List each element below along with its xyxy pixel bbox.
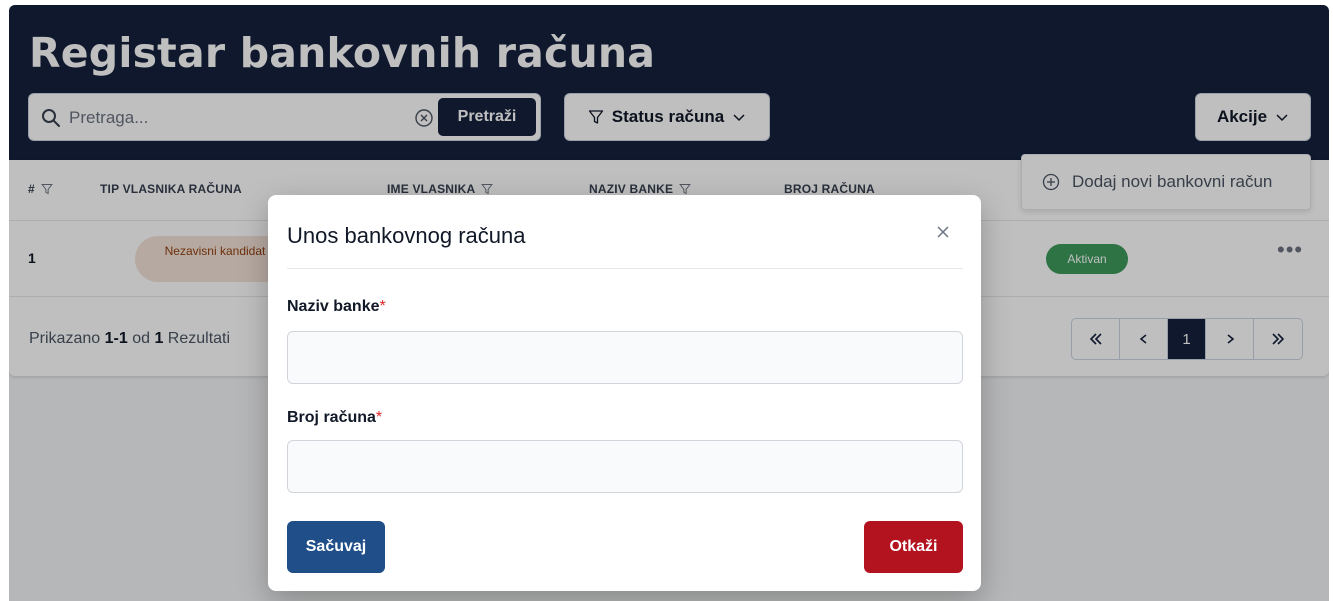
bank-name-label: Naziv banke* [287,298,386,315]
close-icon[interactable] [930,219,956,245]
cancel-button[interactable]: Otkaži [864,521,963,573]
bank-name-field[interactable] [287,331,963,384]
modal-title: Unos bankovnog računa [287,223,526,248]
save-button[interactable]: Sačuvaj [287,521,385,573]
account-number-field[interactable] [287,440,963,493]
divider [287,268,963,269]
account-number-label: Broj računa* [287,409,383,426]
bank-account-modal: Unos bankovnog računa Naziv banke* Broj … [268,195,981,591]
